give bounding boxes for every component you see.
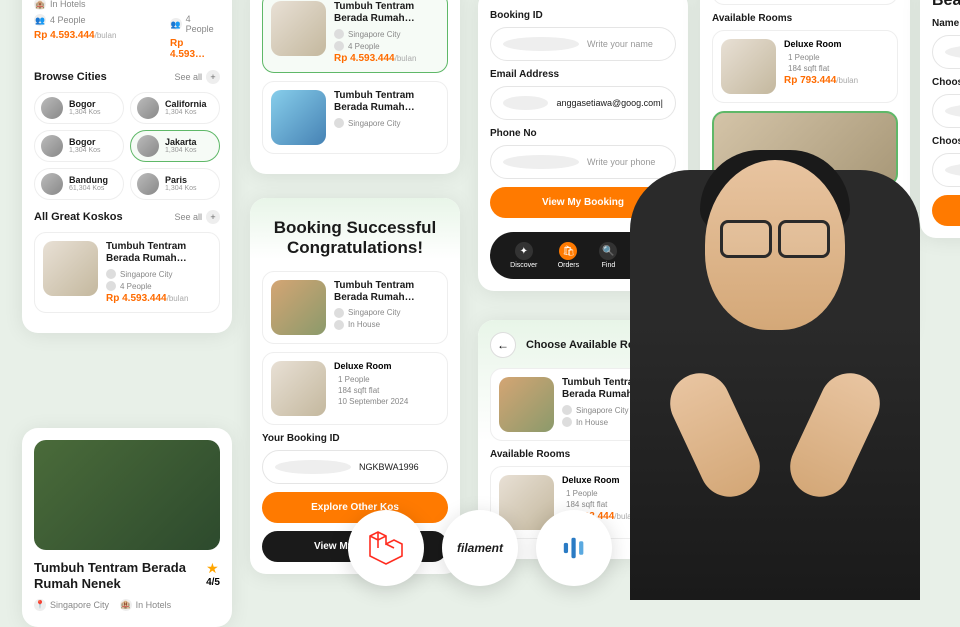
- see-all-link[interactable]: See all+: [174, 210, 220, 224]
- success-title: Booking Successful Congratulations!: [262, 218, 448, 259]
- city-chip-paris[interactable]: Paris1,304 Kos: [130, 168, 220, 200]
- nav-find[interactable]: 🔍Find: [599, 242, 617, 269]
- mail-icon: [503, 96, 548, 110]
- listing-card[interactable]: Tumbuh Tentram Berada Rumah… Singapore C…: [262, 0, 448, 73]
- tech-badges: filament: [348, 510, 612, 586]
- user-icon: [503, 37, 579, 51]
- plus-icon: +: [206, 70, 220, 84]
- nav-discover[interactable]: ✦Discover: [510, 242, 537, 269]
- name-input[interactable]: Write your name: [490, 27, 676, 61]
- phone-detail: Tumbuh Tentram Berada Rumah Nenek ★ 4/5 …: [22, 428, 232, 627]
- choose-label: Choose C: [932, 77, 960, 88]
- phone-browse: 📍Singapore City 🏨In Hotels 👥4 People Rp …: [22, 0, 232, 333]
- city-chip-california[interactable]: California1,304 Kos: [130, 92, 220, 124]
- hotel-icon: 🏨: [34, 0, 46, 10]
- phone-listings: Tumbuh Tentram Berada Rumah… Singapore C…: [250, 0, 460, 174]
- bag-icon: 🛍: [559, 242, 577, 260]
- nav-orders[interactable]: 🛍Orders: [558, 242, 579, 269]
- room-card-deluxe[interactable]: Deluxe Room 1 People 184 sqft flat Rp 79…: [712, 30, 898, 103]
- listing-card[interactable]: Tumbuh Tentram Berada Rumah… Singapore C…: [262, 81, 448, 154]
- hero-image: [34, 440, 220, 550]
- listing-thumb: [43, 241, 98, 296]
- city-grid: Bogor1,304 Kos California1,304 Kos Bogor…: [34, 92, 220, 200]
- email-label: Email Address: [490, 69, 676, 80]
- city-chip-bogor2[interactable]: Bogor1,304 Kos: [34, 130, 124, 162]
- see-all-link[interactable]: See all+: [174, 70, 220, 84]
- phone-icon: [503, 155, 579, 169]
- meta-people: 👥4 People: [34, 14, 116, 26]
- room-summary-card: Deluxe Room 1 People 184 sqft flat 10 Se…: [262, 352, 448, 425]
- select-input[interactable]: Sel: [932, 153, 960, 187]
- price: Rp 4.593.444/bulan: [34, 30, 116, 41]
- listing-title: Tumbuh Tentram Berada Rumah Nenek: [34, 560, 198, 593]
- phone-label: Phone No: [490, 128, 676, 139]
- booking-summary-card: Tumbuh Tentram Berada Rumah… Singapore C…: [262, 271, 448, 344]
- select-input[interactable]: Sel: [932, 94, 960, 128]
- available-rooms-label: Available Rooms: [712, 13, 898, 24]
- name-label: Name: [932, 18, 960, 29]
- listing-card: Tumbuh Tentram Berada Rumah… Singapore C…: [712, 0, 898, 5]
- phone-form2: Bea Name Typ Choose C Sel Choose C Sel: [920, 0, 960, 238]
- filament-badge: filament: [442, 510, 518, 586]
- laravel-badge: [348, 510, 424, 586]
- browse-cities-title: Browse Cities: [34, 71, 107, 83]
- people-icon: 👥: [34, 14, 46, 26]
- all-great-title: All Great Koskos: [34, 211, 123, 223]
- booking-id-field: NGKBWA1996: [262, 450, 448, 484]
- star-icon: ★: [206, 560, 220, 577]
- compass-icon: ✦: [515, 242, 533, 260]
- city-chip-bogor[interactable]: Bogor1,304 Kos: [34, 92, 124, 124]
- presenter-photo: [630, 170, 920, 600]
- listing-card[interactable]: Tumbuh Tentram Berada Rumah… Singapore C…: [34, 232, 220, 313]
- booking-id-label: Your Booking ID: [262, 433, 448, 444]
- back-button[interactable]: ←: [490, 332, 516, 358]
- email-input[interactable]: anggasetiawa@goog.com|: [490, 86, 676, 120]
- city-chip-jakarta[interactable]: Jakarta1,304 Kos: [130, 130, 220, 162]
- booking-id-label: Booking ID: [490, 10, 676, 21]
- rating: 4/5: [206, 577, 220, 588]
- city-chip-bandung[interactable]: Bandung61,304 Kos: [34, 168, 124, 200]
- choose-label: Choose C: [932, 136, 960, 147]
- name-input[interactable]: Typ: [932, 35, 960, 69]
- submit-button[interactable]: [932, 195, 960, 226]
- search-icon: 🔍: [599, 242, 617, 260]
- ticket-icon: [275, 460, 351, 474]
- meta-hotels: 🏨In Hotels: [34, 0, 220, 10]
- livewire-badge: [536, 510, 612, 586]
